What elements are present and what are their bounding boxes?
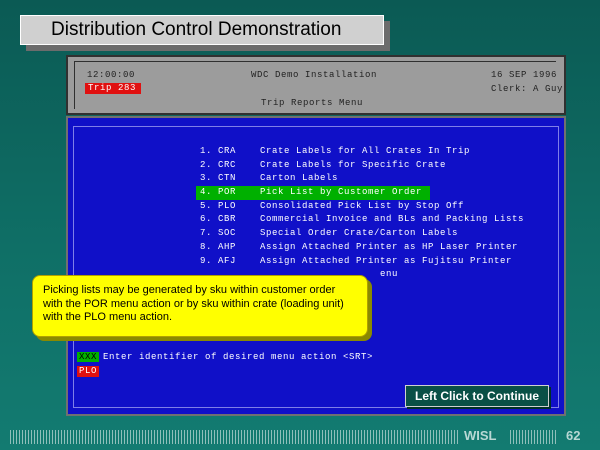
menu-item-label: Assign Attached Printer as HP Laser Prin… bbox=[260, 241, 519, 252]
menu-item-label: Commercial Invoice and BLs and Packing L… bbox=[260, 214, 525, 225]
trip-badge: Trip 283 bbox=[85, 83, 141, 94]
menu-item-code: 8. AHP bbox=[200, 241, 237, 252]
terminal-screen: 1. CRA Crate Labels for All Crates In Tri… bbox=[66, 116, 566, 416]
menu-item-ahp[interactable]: 8. AHP Assign Attached Printer as HP Lase… bbox=[200, 241, 524, 255]
menu-item-code: 7. SOC bbox=[200, 228, 237, 239]
footer-barcode-left bbox=[10, 430, 458, 444]
menu-item-soc[interactable]: 7. SOC Special Order Crate/Carton Labels bbox=[200, 227, 524, 241]
menu-item-code: 6. CBR bbox=[200, 214, 237, 225]
menu-item-code: 4. POR bbox=[200, 187, 237, 198]
footer-barcode-right bbox=[510, 430, 558, 444]
footer-brand: WISL bbox=[464, 428, 497, 443]
prompt-text: Enter identifier of desired menu action … bbox=[103, 352, 374, 362]
menu-item-cra[interactable]: 1. CRA Crate Labels for All Crates In Tri… bbox=[200, 145, 524, 159]
header-clerk: Clerk: A Guy bbox=[491, 84, 564, 94]
menu-item-code: 2. CRC bbox=[200, 159, 237, 170]
menu-item-crc[interactable]: 2. CRC Crate Labels for Specific Crate bbox=[200, 159, 524, 173]
menu-item-por[interactable]: 4. POR Pick List by Customer Order bbox=[196, 186, 430, 200]
menu-title: Trip Reports Menu bbox=[261, 98, 364, 108]
continue-button[interactable]: Left Click to Continue bbox=[405, 385, 549, 407]
menu-item-ctn[interactable]: 3. CTN Carton Labels bbox=[200, 172, 524, 186]
menu-item-code: 9. AFJ bbox=[200, 255, 237, 266]
menu-list: 1. CRA Crate Labels for All Crates In Tri… bbox=[196, 145, 524, 282]
menu-item-label: Special Order Crate/Carton Labels bbox=[260, 228, 459, 239]
header-time: 12:00:00 bbox=[87, 70, 136, 80]
slide-title: Distribution Control Demonstration bbox=[20, 15, 384, 45]
menu-item-label: Consolidated Pick List by Stop Off bbox=[260, 200, 465, 211]
terminal-header-frame: 12:00:00 WDC Demo Installation 16 SEP 19… bbox=[66, 55, 566, 115]
header-date: 16 SEP 1996 bbox=[491, 70, 558, 80]
menu-item-code: 3. CTN bbox=[200, 173, 237, 184]
info-callout: Picking lists may be generated by sku wi… bbox=[32, 275, 368, 337]
menu-item-code: 5. PLO bbox=[200, 200, 237, 211]
terminal-header: 12:00:00 WDC Demo Installation 16 SEP 19… bbox=[74, 61, 562, 109]
menu-item-afj[interactable]: 9. AFJ Assign Attached Printer as Fujitsu… bbox=[200, 255, 524, 269]
menu-item-plo[interactable]: 5. PLO Consolidated Pick List by Stop Off bbox=[200, 200, 524, 214]
menu-item-label: Carton Labels bbox=[260, 173, 339, 184]
page-number: 62 bbox=[566, 428, 581, 443]
menu-item-label: Pick List by Customer Order bbox=[260, 187, 423, 198]
menu-item-label: Crate Labels for Specific Crate bbox=[260, 159, 447, 170]
command-input[interactable]: XXX bbox=[77, 352, 100, 362]
header-installation: WDC Demo Installation bbox=[251, 70, 378, 80]
menu-item-label: Crate Labels for All Crates In Trip bbox=[260, 146, 471, 156]
menu-item-label: enu bbox=[380, 269, 399, 280]
plo-tag: PLO bbox=[77, 366, 100, 377]
menu-item-cbr[interactable]: 6. CBR Commercial Invoice and BLs and Pac… bbox=[200, 213, 524, 227]
menu-item-code: 1. CRA bbox=[200, 146, 237, 156]
command-prompt[interactable]: XXX Enter identifier of desired menu acti… bbox=[77, 352, 373, 363]
menu-item-label: Assign Attached Printer as Fujitsu Print… bbox=[260, 255, 513, 266]
